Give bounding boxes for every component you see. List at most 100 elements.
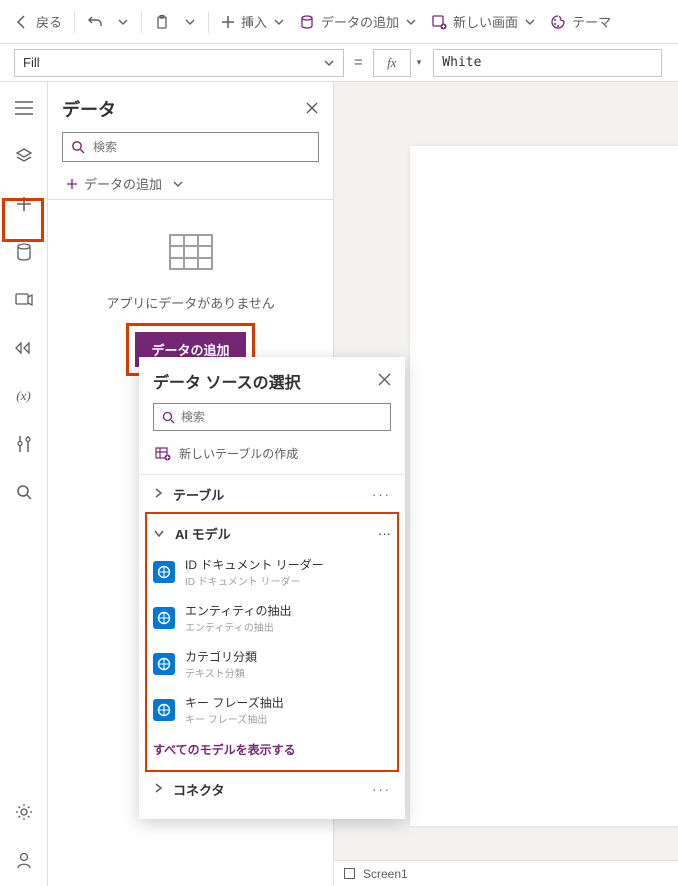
section-ai-models[interactable]: AI モデル ··· [147, 518, 397, 549]
tools-icon [16, 435, 32, 453]
undo-chevron[interactable] [111, 12, 135, 32]
chevron-down-icon [184, 16, 196, 28]
panel-search[interactable] [62, 132, 319, 162]
section-tables[interactable]: テーブル ··· [139, 475, 405, 514]
add-data-row-label: データの追加 [84, 174, 162, 193]
chevron-down-icon [153, 526, 165, 541]
chevron-down-icon [172, 178, 184, 190]
more-button[interactable]: ··· [372, 782, 391, 797]
theme-button[interactable]: テーマ [544, 8, 617, 35]
rail-tools-button[interactable] [4, 426, 44, 462]
property-name: Fill [23, 55, 40, 70]
ai-item-title: カテゴリ分類 [185, 648, 257, 665]
data-source-flyout: データ ソースの選択 新しいテーブルの作成 テーブル ··· AI モデル ··… [139, 357, 405, 819]
left-rail: (x) [0, 82, 48, 886]
ai-item-sub: キー フレーズ抽出 [185, 711, 284, 726]
chevron-down-icon[interactable]: ▾ [417, 57, 422, 68]
search-icon [16, 484, 32, 500]
flyout-search-input[interactable] [181, 410, 382, 424]
arrow-left-icon [14, 14, 30, 30]
chevron-right-icon [153, 782, 163, 797]
new-table-icon [155, 447, 171, 461]
undo-button[interactable] [81, 10, 109, 34]
new-screen-label: 新しい画面 [453, 12, 518, 31]
plus-icon [221, 15, 235, 29]
ai-model-item[interactable]: キー フレーズ抽出 キー フレーズ抽出 [147, 687, 397, 733]
back-label: 戻る [36, 12, 62, 31]
app-toolbar: 戻る 挿入 データの追加 新しい画面 テーマ [0, 0, 678, 44]
ai-model-item[interactable]: カテゴリ分類 テキスト分類 [147, 641, 397, 687]
flyout-close-button[interactable] [378, 373, 391, 389]
ai-models-group: AI モデル ··· ID ドキュメント リーダー ID ドキュメント リーダー… [147, 514, 397, 770]
chevron-down-icon [323, 57, 335, 69]
flyout-title: データ ソースの選択 [153, 369, 301, 393]
new-table-label: 新しいテーブルの作成 [179, 445, 298, 462]
section-label: コネクタ [173, 780, 362, 799]
ai-model-item[interactable]: エンティティの抽出 エンティティの抽出 [147, 595, 397, 641]
fx-label: fx [387, 55, 396, 71]
more-button[interactable]: ··· [378, 526, 391, 541]
ai-model-icon [153, 653, 175, 675]
chevron-right-icon [153, 487, 163, 502]
back-button[interactable]: 戻る [8, 8, 68, 35]
plus-icon [16, 196, 32, 212]
rail-layers-button[interactable] [4, 138, 44, 174]
hamburger-icon [15, 101, 33, 115]
palette-icon [550, 14, 566, 30]
rail-copilot-button[interactable] [4, 842, 44, 878]
empty-state: アプリにデータがありません データの追加 [48, 200, 333, 367]
layers-icon [15, 147, 33, 165]
show-all-models-link[interactable]: すべてのモデルを表示する [147, 733, 397, 762]
flyout-search[interactable] [153, 403, 391, 431]
rail-data-button[interactable] [4, 234, 44, 270]
variable-icon: (x) [16, 388, 30, 404]
chevron-down-icon [524, 16, 536, 28]
ai-model-icon [153, 561, 175, 583]
rail-flows-button[interactable] [4, 330, 44, 366]
ai-model-item[interactable]: ID ドキュメント リーダー ID ドキュメント リーダー [147, 549, 397, 595]
search-icon [162, 411, 175, 424]
rail-tree-button[interactable] [4, 90, 44, 126]
new-table-button[interactable]: 新しいテーブルの作成 [139, 439, 405, 475]
formula-bar: Fill = fx ▾ White [0, 44, 678, 82]
rail-media-button[interactable] [4, 282, 44, 318]
rail-insert-button[interactable] [4, 186, 44, 222]
screen-canvas[interactable] [410, 146, 678, 826]
chevron-down-icon [273, 16, 285, 28]
section-label: テーブル [173, 485, 362, 504]
screen-name[interactable]: Screen1 [363, 867, 408, 881]
gear-icon [15, 803, 33, 821]
ai-item-title: エンティティの抽出 [185, 602, 292, 619]
flow-icon [15, 341, 33, 355]
add-data-toolbar-label: データの追加 [321, 12, 399, 31]
screen-indicator-icon [344, 868, 355, 879]
fx-button[interactable]: fx [373, 49, 411, 77]
panel-title: データ [62, 96, 116, 122]
ai-item-sub: テキスト分類 [185, 665, 257, 680]
close-icon [305, 101, 319, 115]
add-data-toolbar-button[interactable]: データの追加 [293, 8, 423, 35]
theme-label: テーマ [572, 12, 611, 31]
section-label: AI モデル [175, 524, 368, 543]
rail-variables-button[interactable]: (x) [4, 378, 44, 414]
paste-button[interactable] [148, 10, 176, 34]
ai-model-icon [153, 607, 175, 629]
more-button[interactable]: ··· [372, 487, 391, 502]
database-icon [299, 14, 315, 30]
ai-item-title: ID ドキュメント リーダー [185, 556, 324, 573]
media-icon [15, 292, 33, 308]
close-icon [378, 373, 391, 386]
ai-item-sub: エンティティの抽出 [185, 619, 292, 634]
add-data-row[interactable]: データの追加 [48, 168, 333, 200]
ai-item-title: キー フレーズ抽出 [185, 694, 284, 711]
rail-settings-button[interactable] [4, 794, 44, 830]
insert-button[interactable]: 挿入 [215, 8, 291, 35]
panel-close-button[interactable] [305, 101, 319, 118]
paste-chevron[interactable] [178, 12, 202, 32]
panel-search-input[interactable] [93, 140, 310, 154]
formula-input[interactable]: White [433, 49, 662, 77]
rail-search-button[interactable] [4, 474, 44, 510]
new-screen-button[interactable]: 新しい画面 [425, 8, 542, 35]
property-selector[interactable]: Fill [14, 49, 344, 77]
section-connectors[interactable]: コネクタ ··· [139, 770, 405, 809]
